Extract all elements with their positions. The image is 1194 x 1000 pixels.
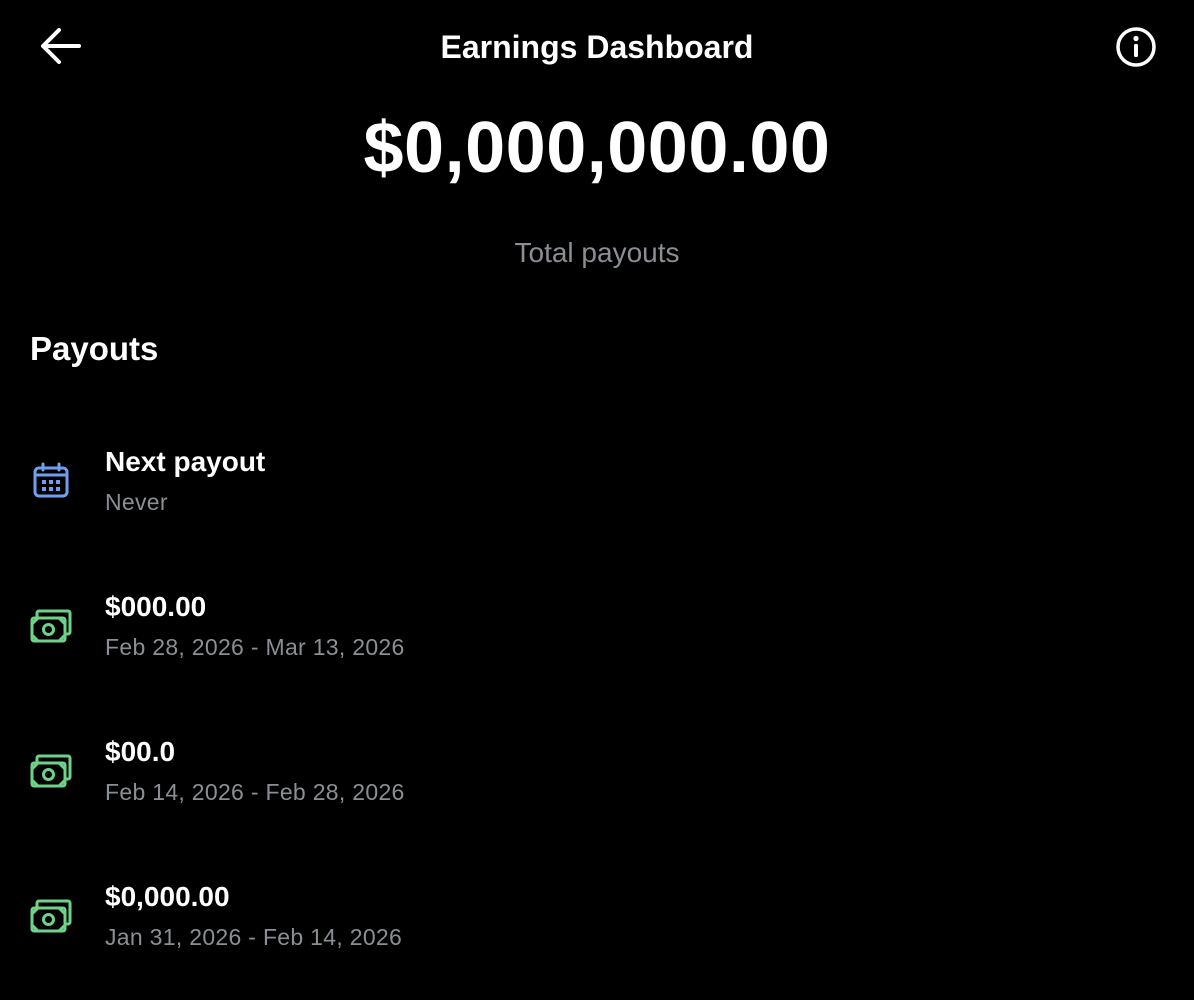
- info-button[interactable]: [1112, 25, 1160, 73]
- payout-amount: $0,000.00: [105, 881, 230, 912]
- payout-amount: $000.00: [105, 591, 207, 622]
- payout-period: Jan 31, 2026 - Feb 14, 2026: [105, 924, 403, 950]
- money-icon: [28, 893, 74, 939]
- payouts-list: Next payout Never $000.00 Feb 28, 2026 -…: [0, 420, 1194, 1000]
- total-payout-amount: $0,000,000.00: [363, 108, 831, 188]
- payout-period: Feb 14, 2026 - Feb 28, 2026: [105, 779, 405, 805]
- payout-amount: $00.0: [105, 736, 176, 767]
- top-bar: Earnings Dashboard: [0, 0, 1194, 96]
- money-icon: [28, 748, 74, 794]
- payout-row[interactable]: $0,000.00 Jan 31, 2026 - Feb 14, 2026: [0, 855, 1194, 1000]
- money-icon: [28, 603, 74, 649]
- payouts-section-title: Payouts: [30, 330, 159, 367]
- calendar-icon: [28, 458, 74, 504]
- next-payout-row[interactable]: Next payout Never: [0, 420, 1194, 565]
- payout-row[interactable]: $00.0 Feb 14, 2026 - Feb 28, 2026: [0, 710, 1194, 855]
- payout-row[interactable]: $000.00 Feb 28, 2026 - Mar 13, 2026: [0, 565, 1194, 710]
- payout-period: Feb 28, 2026 - Mar 13, 2026: [105, 634, 405, 660]
- total-payout-label: Total payouts: [514, 237, 680, 268]
- page-title: Earnings Dashboard: [440, 29, 754, 65]
- next-payout-title: Next payout: [105, 446, 266, 477]
- info-circle-icon: [1115, 26, 1157, 73]
- next-payout-value: Never: [105, 489, 168, 515]
